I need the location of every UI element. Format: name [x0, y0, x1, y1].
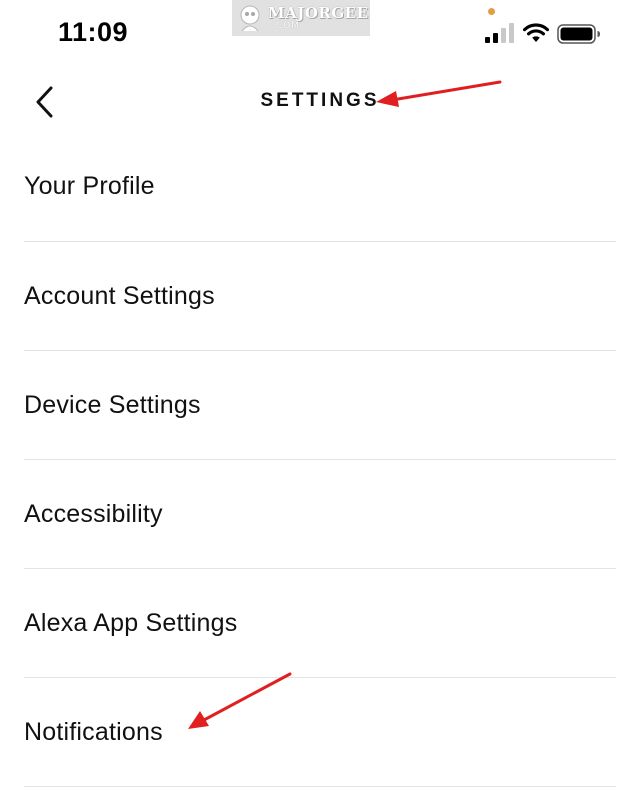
privacy-indicator-dot — [488, 8, 495, 15]
watermark-domain: .COM — [272, 21, 300, 31]
watermark-brand: MAJORGEEKS — [268, 4, 370, 22]
settings-item-label: Accessibility — [24, 499, 163, 528]
settings-item-account-settings[interactable]: Account Settings — [24, 242, 616, 351]
settings-item-label: Account Settings — [24, 281, 215, 310]
settings-item-label: Alexa App Settings — [24, 608, 238, 637]
settings-item-notifications[interactable]: Notifications — [24, 678, 616, 787]
battery-icon — [557, 24, 600, 44]
settings-item-label: Notifications — [24, 717, 163, 746]
settings-item-accessibility[interactable]: Accessibility — [24, 460, 616, 569]
majorgeeks-watermark: MAJORGEEKS .COM — [232, 0, 370, 36]
nav-header: SETTINGS — [0, 70, 640, 132]
settings-item-your-profile[interactable]: Your Profile — [24, 132, 616, 242]
watermark-mascot-icon — [240, 5, 260, 32]
settings-item-alexa-app-settings[interactable]: Alexa App Settings — [24, 569, 616, 678]
page-title: SETTINGS — [260, 90, 380, 111]
settings-item-label: Device Settings — [24, 390, 201, 419]
settings-item-device-settings[interactable]: Device Settings — [24, 351, 616, 460]
settings-list: Your Profile Account Settings Device Set… — [24, 132, 616, 787]
wifi-icon — [523, 23, 549, 42]
cellular-signal-icon — [485, 23, 514, 43]
settings-item-label: Your Profile — [24, 172, 155, 200]
status-time: 11:09 — [58, 17, 129, 47]
